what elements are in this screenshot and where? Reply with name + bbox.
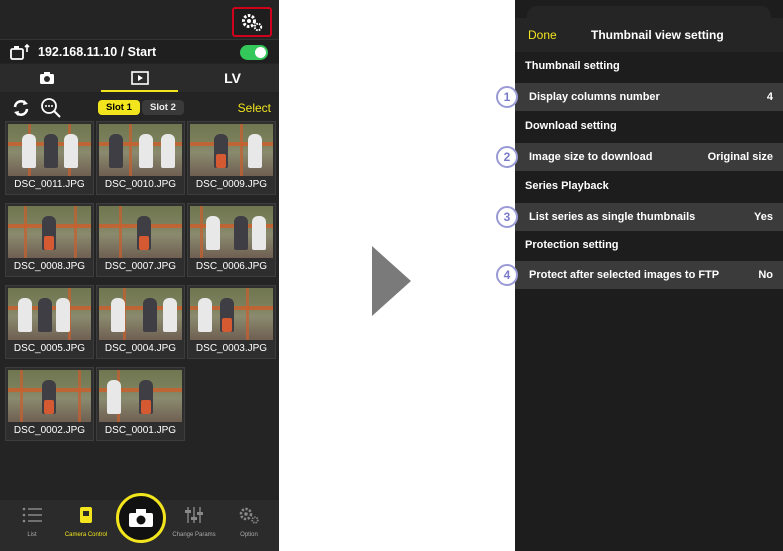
connection-address: 192.168.11.10 / Start	[38, 45, 157, 59]
setting-value: Yes	[754, 211, 773, 223]
thumbnail-item[interactable]: DSC_0006.JPG	[187, 203, 276, 277]
section-thumbnail-setting: Thumbnail setting	[525, 60, 620, 72]
playback-toolbar: Slot 1 Slot 2 Select	[0, 95, 279, 120]
tab-option[interactable]: Option	[221, 506, 277, 538]
callout-badge-3: 3	[496, 206, 518, 228]
page-title: Thumbnail view setting	[591, 28, 724, 42]
thumbnail-item[interactable]: DSC_0005.JPG	[5, 285, 94, 359]
thumbnail-image	[8, 370, 91, 422]
tab-list[interactable]: List	[4, 506, 60, 538]
tab-change-params[interactable]: Change Params	[166, 506, 222, 538]
thumbnail-item[interactable]: DSC_0009.JPG	[187, 121, 276, 195]
tab-option-label: Option	[240, 532, 258, 538]
settings-gear-button[interactable]	[232, 7, 272, 37]
thumbnail-item[interactable]: DSC_0004.JPG	[96, 285, 185, 359]
thumbnail-filename: DSC_0005.JPG	[13, 343, 86, 354]
connection-row: 192.168.11.10 / Start	[0, 39, 279, 63]
bottom-tab-bar: List Camera Control Change Params Option	[0, 493, 279, 551]
setting-label: List series as single thumbnails	[529, 211, 696, 223]
slot-2-button[interactable]: Slot 2	[142, 100, 184, 115]
tab-live-view[interactable]: LV	[186, 64, 279, 92]
refresh-icon[interactable]	[10, 97, 32, 119]
thumbnail-image	[99, 288, 182, 340]
thumbnail-image	[190, 206, 273, 258]
slot-1-button[interactable]: Slot 1	[98, 100, 140, 115]
setting-list-series[interactable]: List series as single thumbnails Yes	[515, 203, 783, 231]
thumbnail-filename: DSC_0011.JPG	[14, 179, 85, 190]
tab-camera[interactable]	[0, 64, 93, 92]
shutter-button[interactable]	[116, 493, 166, 543]
setting-label: Display columns number	[529, 91, 660, 103]
thumbnail-image	[190, 124, 273, 176]
thumbnail-item[interactable]: DSC_0008.JPG	[5, 203, 94, 277]
thumbnail-image	[8, 206, 91, 258]
transition-arrow	[372, 246, 411, 316]
camera-icon	[39, 72, 54, 84]
setting-value: Original size	[707, 151, 773, 163]
thumbnail-image	[190, 288, 273, 340]
callout-badge-4: 4	[496, 264, 518, 286]
camera-control-icon	[80, 507, 92, 523]
thumbnail-filename: DSC_0004.JPG	[104, 343, 177, 354]
done-button[interactable]: Done	[528, 28, 557, 42]
thumbnail-image	[99, 124, 182, 176]
thumbnail-filename: DSC_0010.JPG	[104, 179, 177, 190]
tab-list-label: List	[27, 532, 37, 538]
camera-icon	[129, 509, 153, 527]
left-phone-screen: 192.168.11.10 / Start LV Slot 1 Slot 2 S…	[0, 0, 279, 551]
tab-camera-control[interactable]: Camera Control	[58, 506, 114, 538]
camera-connection-icon	[10, 43, 30, 60]
thumbnail-filename: DSC_0009.JPG	[195, 179, 268, 190]
callout-badge-2: 2	[496, 146, 518, 168]
setting-display-columns[interactable]: Display columns number 4	[515, 83, 783, 111]
setting-label: Protect after selected images to FTP	[529, 269, 720, 281]
setting-label: Image size to download	[529, 151, 653, 163]
right-phone-screen: Done Thumbnail view setting Thumbnail se…	[515, 0, 783, 551]
thumbnail-image	[8, 288, 91, 340]
zoom-search-icon[interactable]	[40, 97, 62, 119]
section-protection-setting: Protection setting	[525, 239, 619, 251]
playback-icon	[130, 71, 149, 85]
tab-camera-control-label: Camera Control	[64, 532, 108, 538]
thumbnail-filename: DSC_0006.JPG	[195, 261, 268, 272]
setting-value: 4	[766, 91, 773, 103]
thumbnail-filename: DSC_0003.JPG	[195, 343, 268, 354]
settings-header: Done Thumbnail view setting	[515, 18, 783, 52]
thumbnail-filename: DSC_0001.JPG	[104, 425, 177, 436]
sheet-top-edge	[527, 6, 771, 18]
callout-badge-1: 1	[496, 86, 518, 108]
thumbnail-image	[8, 124, 91, 176]
thumbnail-item[interactable]: DSC_0003.JPG	[187, 285, 276, 359]
gear-icon	[242, 14, 263, 32]
thumbnail-item[interactable]: DSC_0002.JPG	[5, 367, 94, 441]
thumbnail-filename: DSC_0002.JPG	[13, 425, 86, 436]
thumbnail-filename: DSC_0008.JPG	[13, 261, 86, 272]
thumbnail-image	[99, 206, 182, 258]
section-download-setting: Download setting	[525, 120, 617, 132]
thumbnail-item[interactable]: DSC_0007.JPG	[96, 203, 185, 277]
gear-icon	[239, 507, 259, 524]
thumbnail-image	[99, 370, 182, 422]
setting-value: No	[758, 269, 773, 281]
setting-image-size[interactable]: Image size to download Original size	[515, 143, 783, 171]
select-button[interactable]: Select	[238, 101, 271, 115]
tab-change-params-label: Change Params	[172, 532, 216, 538]
thumbnail-item[interactable]: DSC_0010.JPG	[96, 121, 185, 195]
mode-tabs: LV	[0, 64, 279, 92]
thumbnail-item[interactable]: DSC_0001.JPG	[96, 367, 185, 441]
sliders-icon	[185, 507, 203, 523]
tab-playback[interactable]	[93, 64, 186, 92]
thumbnail-filename: DSC_0007.JPG	[104, 261, 177, 272]
thumbnail-item[interactable]: DSC_0011.JPG	[5, 121, 94, 195]
list-icon	[22, 507, 42, 523]
section-series-playback: Series Playback	[525, 180, 609, 192]
connection-toggle[interactable]	[240, 45, 268, 60]
tab-live-view-label: LV	[224, 70, 241, 86]
setting-protect-ftp[interactable]: Protect after selected images to FTP No	[515, 261, 783, 289]
